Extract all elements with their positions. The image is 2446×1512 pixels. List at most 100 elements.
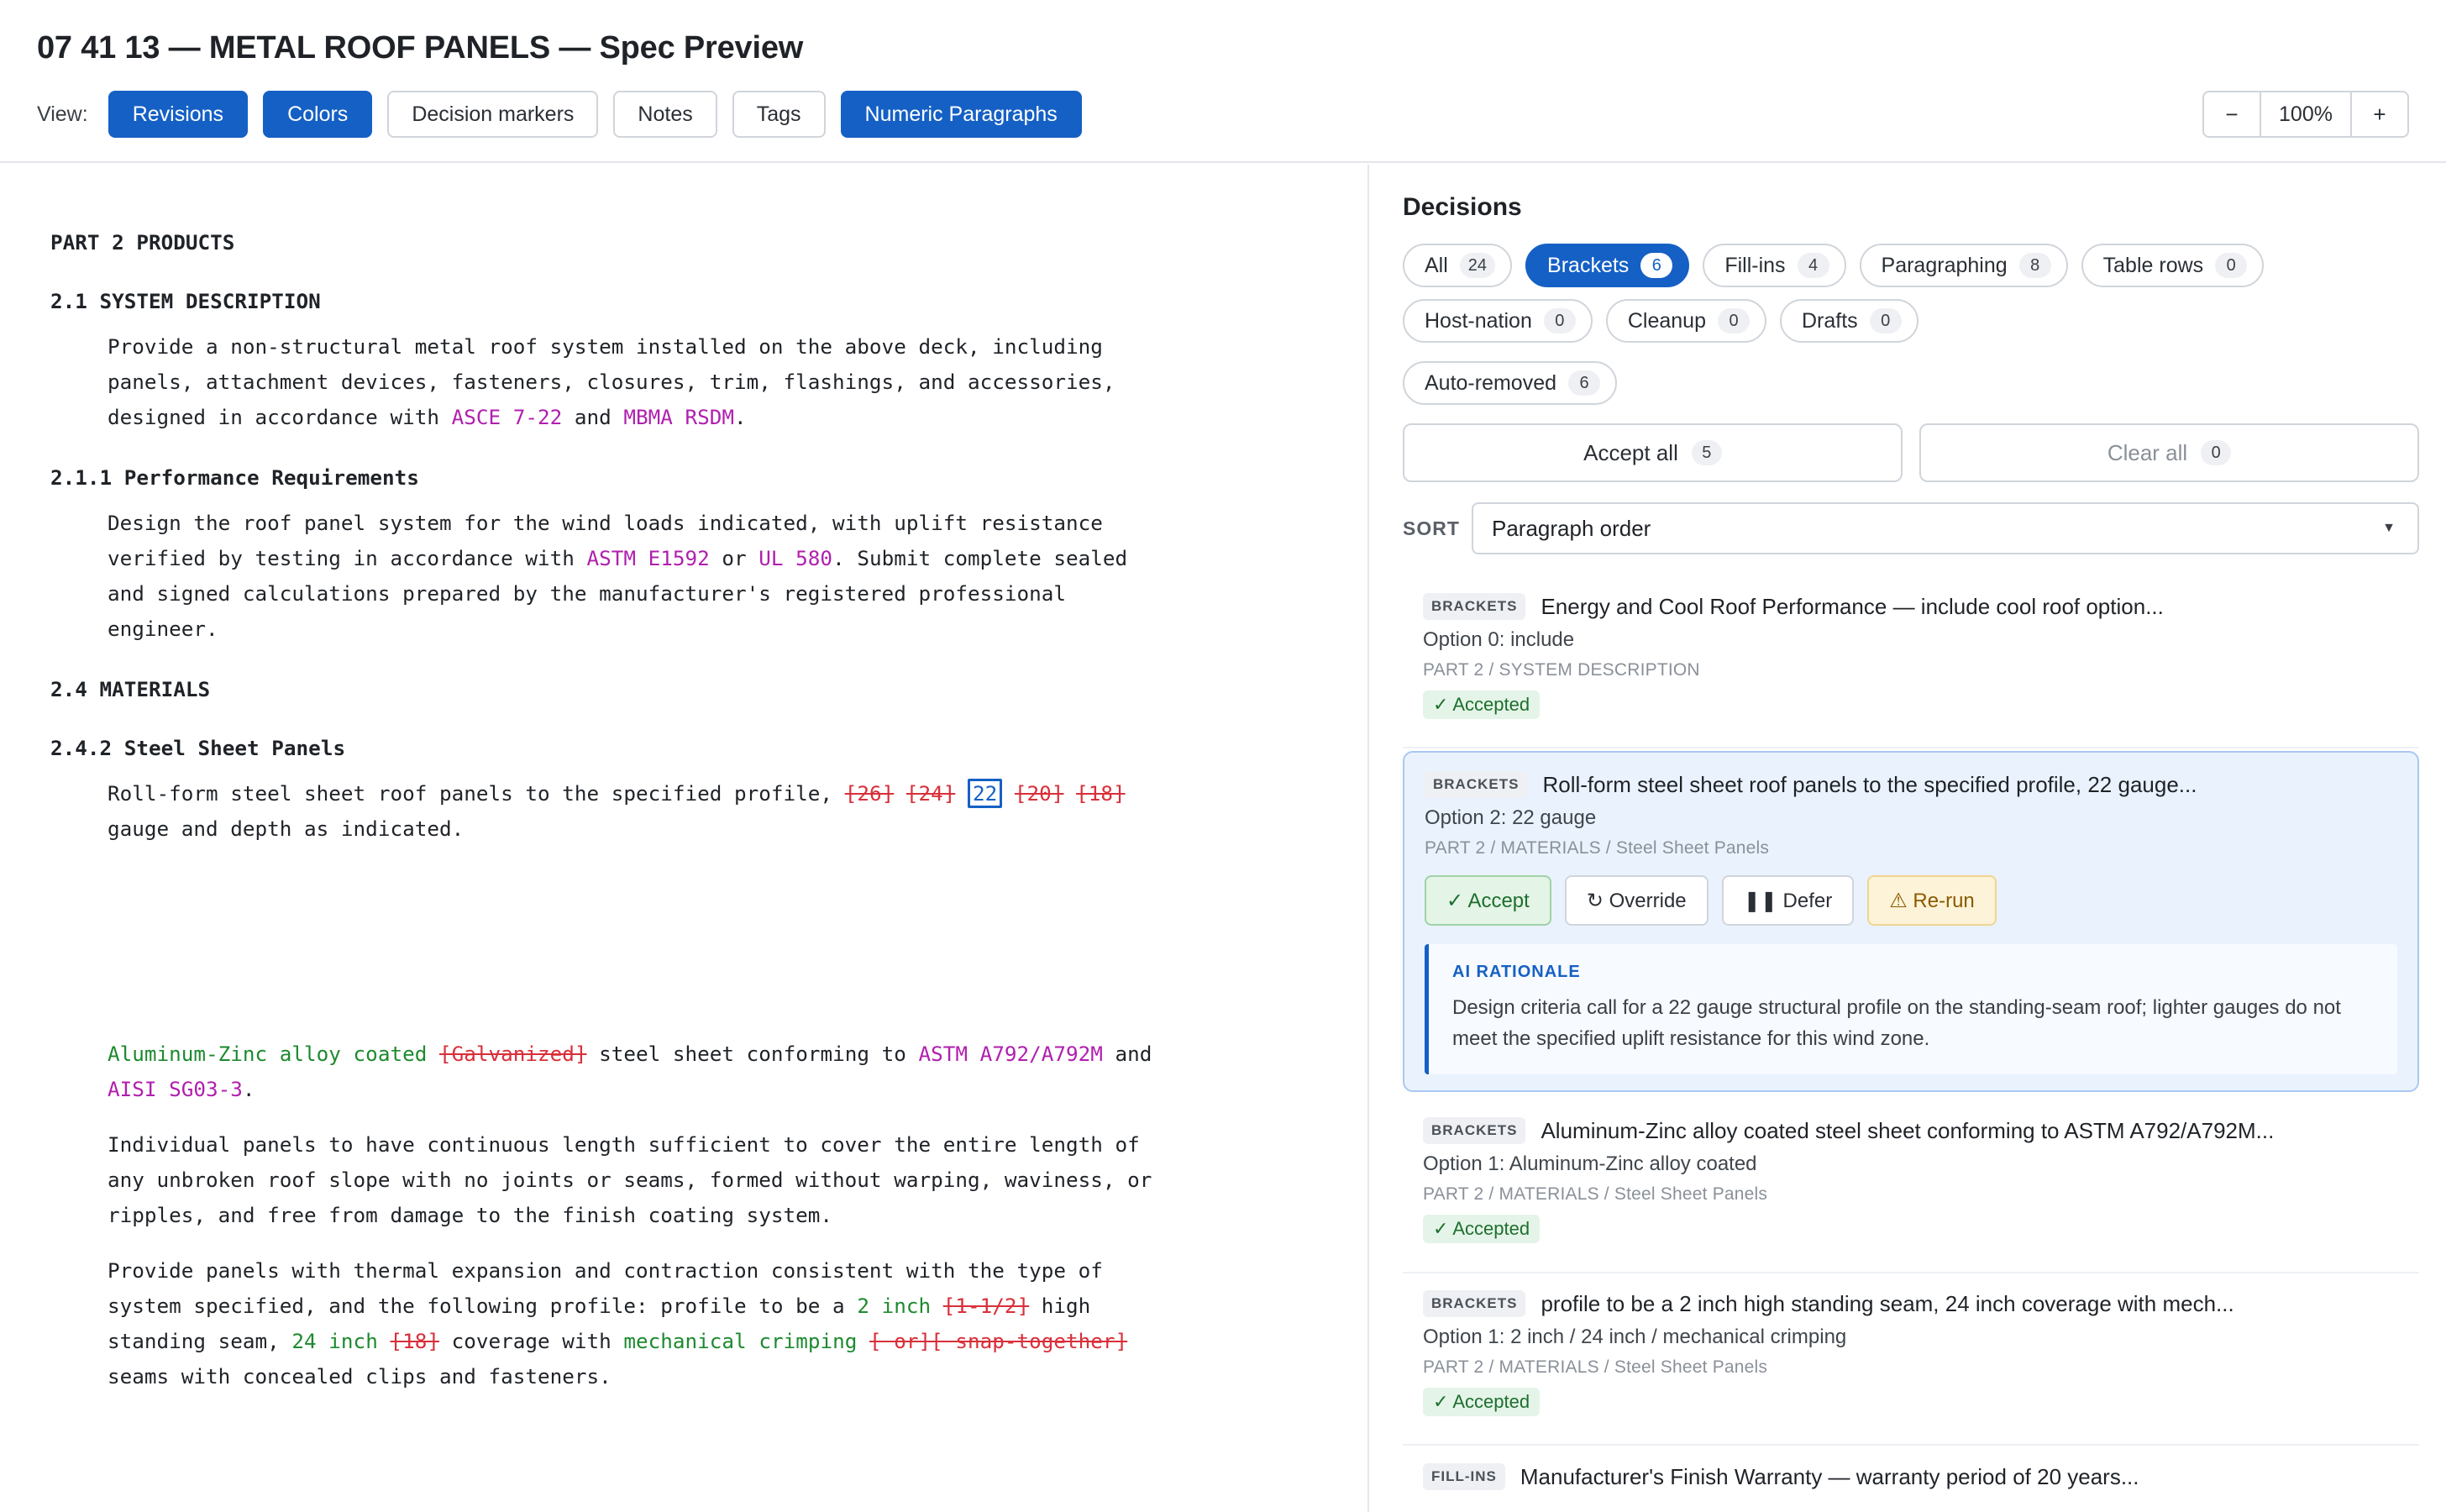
top-toolbar: 07 41 13 — METAL ROOF PANELS — Spec Prev… [0, 0, 2446, 163]
text-run: Roll-form steel sheet roof panels to the… [108, 781, 845, 806]
paragraph-system-description: Provide a non-structural metal roof syst… [108, 329, 1283, 435]
section-heading-2-4-2: 2.4.2 Steel Sheet Panels [50, 736, 346, 760]
clear-all-button[interactable]: Clear all 0 [1919, 423, 2419, 482]
decision-title: Roll-form steel sheet roof panels to the… [1542, 771, 2197, 797]
text-run: Individual panels to have continuous len… [108, 1132, 1140, 1157]
deleted-option[interactable]: [Galvanized] [439, 1042, 587, 1066]
chip-count: 24 [1459, 253, 1496, 278]
accept-button[interactable]: ✓ Accept [1425, 875, 1551, 926]
accepted-badge: ✓ Accepted [1423, 1388, 1541, 1416]
card-divider [1403, 747, 2419, 748]
chip-count: 6 [1568, 370, 1601, 396]
decision-card[interactable]: FILL-INS Manufacturer's Finish Warranty —… [1403, 1463, 2419, 1490]
filter-chip-drafts[interactable]: Drafts 0 [1780, 299, 1918, 343]
deleted-option[interactable]: [26] [845, 781, 895, 806]
chip-count: 8 [2018, 253, 2051, 278]
reference-aisi-sg03-3[interactable]: AISI SG03-3 [108, 1077, 243, 1101]
inserted-option[interactable]: Aluminum-Zinc alloy coated [108, 1042, 427, 1066]
zoom-out-button[interactable]: − [2204, 92, 2260, 136]
filter-chip-host-nation[interactable]: Host-nation 0 [1403, 299, 1593, 343]
card-divider [1403, 1272, 2419, 1273]
deleted-option[interactable]: [ or][ snap-together] [869, 1329, 1127, 1353]
decision-card[interactable]: BRACKETS Aluminum-Zinc alloy coated steel… [1403, 1117, 2419, 1243]
decision-card[interactable]: BRACKETS Energy and Cool Roof Performance… [1403, 593, 2419, 719]
decision-type-tag: BRACKETS [1423, 593, 1526, 620]
text-run: steel sheet conforming to [586, 1042, 919, 1066]
deleted-option[interactable]: [1-1/2] [943, 1294, 1029, 1318]
defer-button[interactable]: ❚❚ Defer [1721, 875, 1855, 926]
paragraph-panel-length: Individual panels to have continuous len… [108, 1127, 1283, 1233]
chip-label: Host-nation [1425, 308, 1532, 333]
chip-count: 0 [1543, 308, 1576, 333]
decision-title: Aluminum-Zinc alloy coated steel sheet c… [1541, 1117, 2275, 1143]
deleted-option[interactable]: [18] [390, 1329, 439, 1353]
filter-chip-brackets[interactable]: Brackets 6 [1525, 244, 1690, 287]
zoom-control: − 100% + [2202, 91, 2409, 138]
view-label: View: [37, 102, 88, 126]
filter-chip-auto-removed[interactable]: Auto-removed 6 [1403, 361, 1618, 405]
card-divider [1403, 1444, 2419, 1446]
filter-chip-all[interactable]: All 24 [1403, 244, 1513, 287]
zoom-in-button[interactable]: + [2352, 92, 2407, 136]
text-run: . [242, 1077, 255, 1101]
button-count: 5 [1691, 440, 1722, 465]
reference-ul-580[interactable]: UL 580 [758, 546, 832, 570]
inserted-option[interactable]: mechanical crimping [623, 1329, 857, 1353]
reference-mbma-rsdm[interactable]: MBMA RSDM [623, 405, 734, 429]
paragraph-panel-gauge: Roll-form steel sheet roof panels to the… [108, 776, 1283, 847]
view-toggle-revisions[interactable]: Revisions [108, 91, 249, 138]
section-heading-2-4: 2.4 MATERIALS [50, 677, 211, 701]
deleted-option[interactable]: [24] [906, 781, 956, 806]
decision-option: Option 1: 2 inch / 24 inch / mechanical … [1423, 1326, 1847, 1348]
text-run: and [562, 405, 624, 429]
section-heading-2-1-1: 2.1.1 Performance Requirements [50, 465, 419, 490]
inserted-option[interactable]: 2 inch [857, 1294, 931, 1318]
text-run: seams with concealed clips and fasteners… [108, 1364, 612, 1389]
paragraph-panel-profile: Provide panels with thermal expansion an… [108, 1253, 1283, 1394]
filter-chip-table-rows[interactable]: Table rows 0 [2081, 244, 2265, 287]
filter-chip-fill-ins[interactable]: Fill-ins 4 [1703, 244, 1846, 287]
chip-count: 0 [1869, 308, 1902, 333]
decision-option: Option 0: include [1423, 628, 1575, 651]
reference-asce-7-22[interactable]: ASCE 7-22 [452, 405, 563, 429]
chip-label: Brackets [1547, 253, 1630, 277]
view-toggle-colors[interactable]: Colors [263, 91, 373, 138]
deleted-option[interactable]: [18] [1076, 781, 1126, 806]
text-run: . [734, 405, 747, 429]
chip-label: Fill-ins [1724, 253, 1786, 277]
accept-all-button[interactable]: Accept all 5 [1403, 423, 1903, 482]
rerun-button[interactable]: ⚠ Re-run [1867, 875, 1997, 926]
sort-select[interactable]: Paragraph order ▼ [1472, 502, 2419, 554]
ai-rationale-box: AI RATIONALE Design criteria call for a … [1425, 944, 2397, 1074]
view-toggle-decision-markers[interactable]: Decision markers [387, 91, 599, 138]
filter-chip-paragraphing[interactable]: Paragraphing 8 [1859, 244, 2068, 287]
view-toggle-notes[interactable]: Notes [613, 91, 717, 138]
deleted-option[interactable]: [20] [1015, 781, 1064, 806]
decision-actions: ✓ Accept ↻ Override ❚❚ Defer ⚠ Re-run [1404, 875, 2417, 926]
chip-label: All [1425, 253, 1448, 277]
decision-path: PART 2 / MATERIALS / Steel Sheet Panels [1425, 838, 1770, 858]
text-run: coverage with [438, 1329, 624, 1353]
reference-astm-a792[interactable]: ASTM A792/A792M [918, 1042, 1102, 1066]
view-toggle-tags[interactable]: Tags [732, 91, 826, 138]
decision-card-active[interactable]: BRACKETS Roll-form steel sheet roof panel… [1403, 751, 2419, 1092]
inserted-option[interactable]: 24 inch [291, 1329, 377, 1353]
selected-option-22[interactable]: 22 [968, 779, 1003, 808]
ai-rationale-text: Design criteria call for a 22 gauge stru… [1452, 996, 2341, 1050]
paragraph-coating: Aluminum-Zinc alloy coated [Galvanized] … [108, 1037, 1283, 1107]
button-label: Clear all [2107, 439, 2188, 465]
filter-chips-row-2: Host-nation 0 Cleanup 0 Drafts 0 [1403, 299, 2419, 343]
button-label: Accept all [1583, 439, 1678, 465]
decision-option: Option 2: 22 gauge [1425, 806, 1597, 829]
reference-astm-e1592[interactable]: ASTM E1592 [587, 546, 710, 570]
text-run: or [709, 546, 759, 570]
override-button[interactable]: ↻ Override [1564, 875, 1709, 926]
decision-type-tag: FILL-INS [1423, 1463, 1505, 1490]
filter-chips-row-1: All 24 Brackets 6 Fill-ins 4 Paragraphing 8 … [1403, 244, 2419, 287]
decision-card[interactable]: BRACKETS profile to be a 2 inch high stan… [1403, 1290, 2419, 1416]
text-run: and [1102, 1042, 1152, 1066]
decision-option: Option 1: Aluminum-Zinc alloy coated [1423, 1152, 1757, 1175]
view-toggle-numeric-paragraphs[interactable]: Numeric Paragraphs [840, 91, 1082, 138]
page-title: 07 41 13 — METAL ROOF PANELS — Spec Prev… [37, 30, 804, 66]
filter-chip-cleanup[interactable]: Cleanup 0 [1605, 299, 1766, 343]
